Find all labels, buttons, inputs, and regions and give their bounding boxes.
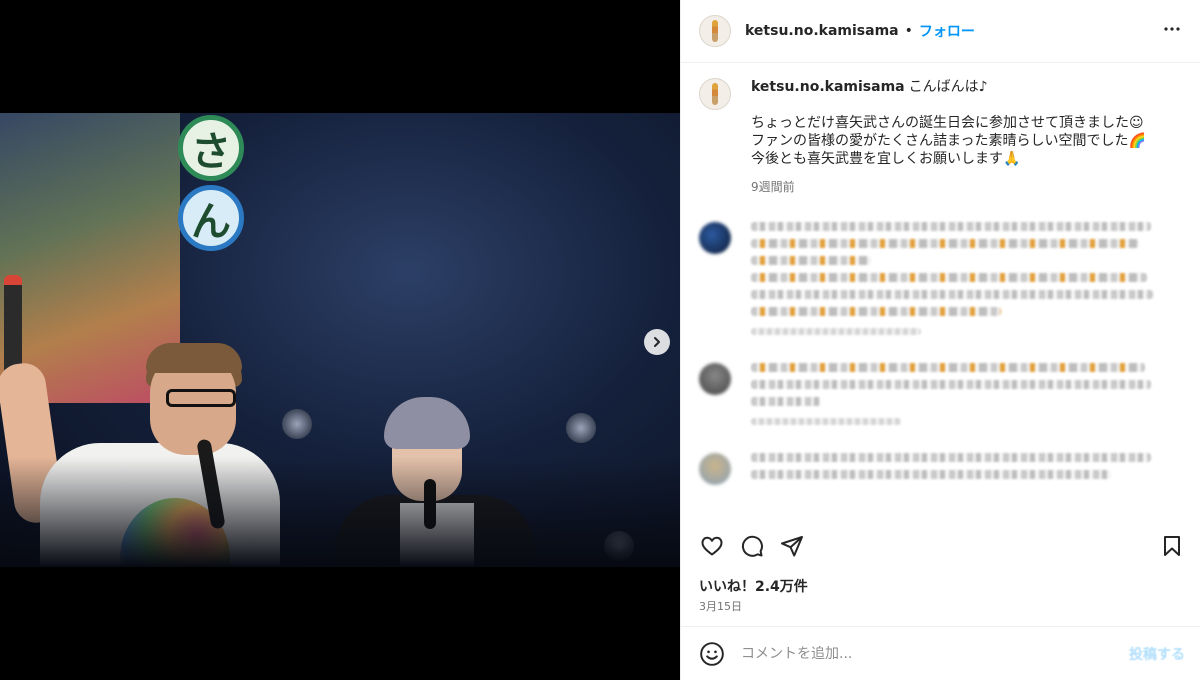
performer-right-hair bbox=[384, 397, 470, 449]
avatar-image bbox=[712, 83, 718, 105]
caption: ketsu.no.kamisama こんばんは♪ ちょっとだけ喜矢武さんの誕生日会… bbox=[699, 78, 1183, 196]
caption-text: ちょっとだけ喜矢武さんの誕生日会に参加させて頂きました☺ ファンの皆様の愛がたく… bbox=[751, 114, 1146, 168]
blurred-line bbox=[751, 380, 1151, 389]
blurred-line bbox=[751, 307, 1001, 316]
like-button[interactable] bbox=[699, 533, 725, 559]
blurred-comment bbox=[699, 453, 1183, 487]
post-photo[interactable]: さ ん bbox=[0, 113, 680, 567]
carousel-next-button[interactable] bbox=[644, 329, 670, 355]
more-options-button[interactable] bbox=[1160, 17, 1184, 46]
avatar-image bbox=[712, 20, 718, 42]
separator-dot: • bbox=[904, 23, 913, 39]
blurred-line bbox=[751, 256, 871, 265]
blurred-comment-text bbox=[751, 363, 1183, 433]
avatar[interactable] bbox=[699, 15, 731, 47]
post-date[interactable]: 3月15日 bbox=[699, 598, 742, 614]
comment-button[interactable] bbox=[739, 533, 765, 559]
caption-line: ちょっとだけ喜矢武さんの誕生日会に参加させて頂きました☺ bbox=[751, 115, 1144, 131]
post-header: ketsu.no.kamisama • フォロー bbox=[681, 0, 1200, 63]
post-actions bbox=[681, 526, 1200, 566]
stage-floor bbox=[0, 457, 680, 567]
avatar bbox=[699, 222, 731, 254]
comments-list[interactable]: ketsu.no.kamisama こんばんは♪ ちょっとだけ喜矢武さんの誕生日会… bbox=[681, 64, 1200, 526]
stage-light bbox=[566, 413, 596, 443]
blurred-comment-meta bbox=[751, 418, 901, 425]
sign-letter-sa: さ bbox=[178, 115, 244, 181]
blurred-line bbox=[751, 397, 821, 406]
author-username[interactable]: ketsu.no.kamisama bbox=[745, 23, 899, 39]
post-comment-button[interactable]: 投稿する bbox=[1129, 644, 1185, 664]
sign-letter-n: ん bbox=[178, 185, 244, 251]
glasses bbox=[166, 389, 236, 407]
avatar[interactable] bbox=[699, 78, 731, 110]
share-icon bbox=[781, 536, 803, 557]
caption-timestamp[interactable]: 9週間前 bbox=[751, 178, 1146, 196]
blurred-comment-text bbox=[751, 453, 1183, 487]
share-button[interactable] bbox=[779, 533, 805, 559]
post-media-pane: さ ん bbox=[0, 0, 680, 680]
stage-light bbox=[282, 409, 312, 439]
blurred-comment-text bbox=[751, 222, 1183, 343]
blurred-line bbox=[751, 222, 1151, 231]
save-button[interactable] bbox=[1159, 533, 1185, 559]
add-comment-bar: 投稿する bbox=[681, 626, 1200, 680]
blurred-comment-meta bbox=[751, 328, 921, 335]
caption-greeting: こんばんは♪ bbox=[908, 79, 988, 95]
caption-body: ketsu.no.kamisama こんばんは♪ ちょっとだけ喜矢武さんの誕生日会… bbox=[751, 78, 1146, 196]
chevron-right-icon bbox=[654, 337, 660, 347]
blurred-line bbox=[751, 470, 1111, 479]
comment-input[interactable] bbox=[741, 645, 1129, 662]
caption-line: ファンの皆様の愛がたくさん詰まった素晴らしい空間でした🌈 bbox=[751, 133, 1146, 149]
blurred-comment bbox=[699, 363, 1183, 433]
blurred-line bbox=[751, 239, 1139, 248]
blurred-line bbox=[751, 363, 1145, 372]
caption-line: 今後とも喜矢武豊を宜しくお願いします🙏 bbox=[751, 151, 1021, 167]
bookmark-icon bbox=[1164, 536, 1180, 556]
smiley-icon bbox=[700, 641, 724, 666]
more-horizontal-icon bbox=[1164, 26, 1180, 31]
caption-username[interactable]: ketsu.no.kamisama bbox=[751, 79, 905, 95]
avatar bbox=[699, 453, 731, 485]
blurred-line bbox=[751, 273, 1147, 282]
comment-icon bbox=[741, 535, 763, 557]
avatar bbox=[699, 363, 731, 395]
blurred-comment bbox=[699, 222, 1183, 343]
heart-icon bbox=[701, 536, 723, 556]
blurred-line bbox=[751, 290, 1153, 299]
post-side-panel: ketsu.no.kamisama • フォロー ketsu.no.kamisa… bbox=[680, 0, 1200, 680]
emoji-button[interactable] bbox=[699, 641, 725, 667]
likes-count[interactable]: いいね！2.4万件 bbox=[699, 576, 808, 596]
performer-left-hair-top bbox=[146, 343, 242, 373]
blurred-line bbox=[751, 453, 1151, 462]
follow-button[interactable]: フォロー bbox=[919, 21, 975, 41]
red-microphone bbox=[4, 275, 22, 375]
